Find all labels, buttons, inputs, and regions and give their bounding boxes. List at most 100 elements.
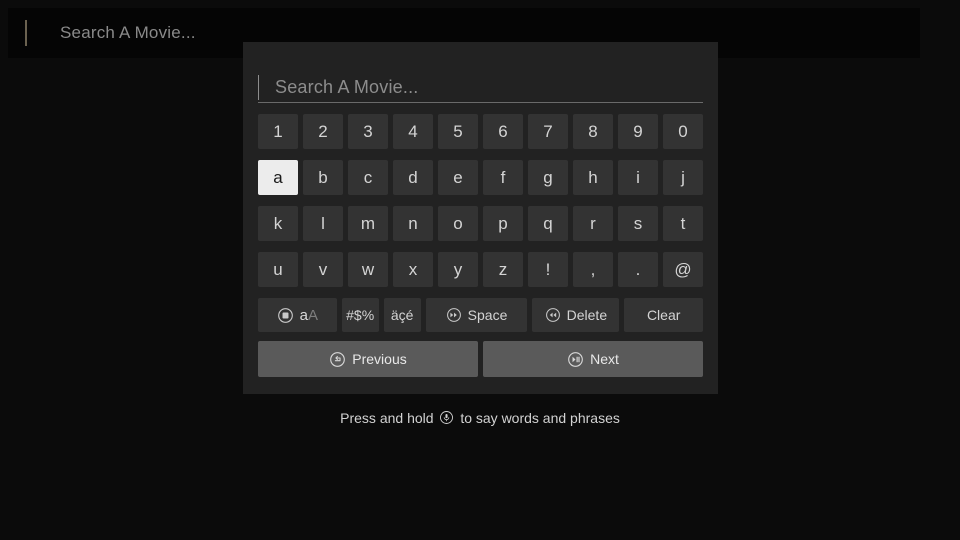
key-f[interactable]: f bbox=[483, 160, 523, 195]
key-![interactable]: ! bbox=[528, 252, 568, 287]
tv-search-screen: Search A Movie... Search A Movie... 1 2 3 4… bbox=[0, 0, 960, 540]
key-label: v bbox=[318, 259, 328, 279]
key-label: ! bbox=[545, 259, 551, 279]
key-4[interactable]: 4 bbox=[393, 114, 433, 149]
key-label: 4 bbox=[408, 121, 418, 141]
case-toggle-key[interactable]: aA bbox=[258, 298, 337, 332]
key-label: , bbox=[590, 259, 596, 279]
key-label: m bbox=[360, 213, 376, 233]
key-label: z bbox=[498, 259, 508, 279]
next-button[interactable]: Next bbox=[483, 341, 703, 377]
key-label: h bbox=[588, 167, 598, 187]
key-c[interactable]: c bbox=[348, 160, 388, 195]
previous-button[interactable]: Previous bbox=[258, 341, 478, 377]
keyboard-row-letters-2: k l m n o p q r s t bbox=[258, 206, 703, 241]
key-q[interactable]: q bbox=[528, 206, 568, 241]
delete-key[interactable]: Delete bbox=[532, 298, 620, 332]
key-label: r bbox=[590, 213, 596, 233]
text-cursor bbox=[258, 75, 259, 100]
key-l[interactable]: l bbox=[303, 206, 343, 241]
key-6[interactable]: 6 bbox=[483, 114, 523, 149]
key-label: f bbox=[500, 167, 506, 187]
circle-fast-forward-icon bbox=[446, 307, 462, 323]
key-x[interactable]: x bbox=[393, 252, 433, 287]
key-label: 3 bbox=[363, 121, 373, 141]
key-v[interactable]: v bbox=[303, 252, 343, 287]
key-label: . bbox=[635, 259, 641, 279]
key-label: 5 bbox=[453, 121, 463, 141]
key-h[interactable]: h bbox=[573, 160, 613, 195]
key-label: o bbox=[453, 213, 463, 233]
key-label: q bbox=[543, 213, 553, 233]
clear-key[interactable]: Clear bbox=[624, 298, 703, 332]
clear-key-label: Clear bbox=[646, 307, 681, 323]
key-k[interactable]: k bbox=[258, 206, 298, 241]
accents-key[interactable]: äçé bbox=[383, 298, 421, 332]
key-label: l bbox=[321, 213, 325, 233]
key-3[interactable]: 3 bbox=[348, 114, 388, 149]
symbols-key[interactable]: #$% bbox=[341, 298, 379, 332]
key-9[interactable]: 9 bbox=[618, 114, 658, 149]
circle-microphone-icon bbox=[439, 411, 458, 428]
key-s[interactable]: s bbox=[618, 206, 658, 241]
search-input-placeholder: Search A Movie... bbox=[275, 77, 419, 97]
key-label: j bbox=[681, 167, 685, 187]
key-label: 2 bbox=[318, 121, 328, 141]
key-label: g bbox=[543, 167, 553, 187]
key-label: y bbox=[453, 259, 463, 279]
key-b[interactable]: b bbox=[303, 160, 343, 195]
key-7[interactable]: 7 bbox=[528, 114, 568, 149]
key-8[interactable]: 8 bbox=[573, 114, 613, 149]
key-label: @ bbox=[674, 259, 692, 279]
key-o[interactable]: o bbox=[438, 206, 478, 241]
key-g[interactable]: g bbox=[528, 160, 568, 195]
key-n[interactable]: n bbox=[393, 206, 433, 241]
key-label: 7 bbox=[543, 121, 553, 141]
key-,[interactable]: , bbox=[573, 252, 613, 287]
key-label: u bbox=[273, 259, 283, 279]
keyboard-function-row: aA #$% äçé Space Delete Clear bbox=[258, 298, 703, 332]
key-2[interactable]: 2 bbox=[303, 114, 343, 149]
key-t[interactable]: t bbox=[663, 206, 703, 241]
key-p[interactable]: p bbox=[483, 206, 523, 241]
voice-hint-after: to say words and phrases bbox=[460, 410, 620, 426]
key-d[interactable]: d bbox=[393, 160, 433, 195]
top-search-placeholder: Search A Movie... bbox=[60, 23, 196, 42]
onscreen-keyboard-dialog: Search A Movie... 1 2 3 4 5 6 7 8 9 0 a b c d e f g h i j k l… bbox=[243, 42, 718, 394]
dialog-nav-row: Previous Next bbox=[258, 341, 703, 377]
key-label: i bbox=[636, 167, 640, 187]
key-.[interactable]: . bbox=[618, 252, 658, 287]
key-label: t bbox=[680, 213, 686, 233]
accents-key-label: äçé bbox=[390, 307, 414, 323]
key-w[interactable]: w bbox=[348, 252, 388, 287]
circle-play-pause-icon bbox=[567, 351, 584, 368]
key-r[interactable]: r bbox=[573, 206, 613, 241]
keyboard-row-letters-3: u v w x y z!,. @ bbox=[258, 252, 703, 287]
previous-button-label: Previous bbox=[352, 351, 407, 367]
key-e[interactable]: e bbox=[438, 160, 478, 195]
voice-hint: Press and hold to say words and phrases bbox=[0, 410, 960, 428]
key-i[interactable]: i bbox=[618, 160, 658, 195]
key-label: 9 bbox=[633, 121, 643, 141]
key-m[interactable]: m bbox=[348, 206, 388, 241]
keyboard-row-digits: 1 2 3 4 5 6 7 8 9 0 bbox=[258, 114, 703, 149]
key-0[interactable]: 0 bbox=[663, 114, 703, 149]
key-label: w bbox=[361, 259, 375, 279]
key-a[interactable]: a bbox=[258, 160, 298, 195]
key-label: e bbox=[453, 167, 463, 187]
key-label: p bbox=[498, 213, 508, 233]
key-label: 6 bbox=[498, 121, 508, 141]
key-5[interactable]: 5 bbox=[438, 114, 478, 149]
space-key[interactable]: Space bbox=[425, 298, 528, 332]
key-label: 0 bbox=[678, 121, 688, 141]
key-1[interactable]: 1 bbox=[258, 114, 298, 149]
search-input[interactable]: Search A Movie... bbox=[258, 73, 703, 103]
key-j[interactable]: j bbox=[663, 160, 703, 195]
case-toggle-lower: a bbox=[299, 306, 308, 324]
key-u[interactable]: u bbox=[258, 252, 298, 287]
keyboard-grid: 1 2 3 4 5 6 7 8 9 0 a b c d e f g h i j k l m n o p q r s t u v w x y z!,. @ bbox=[258, 114, 703, 287]
key-y[interactable]: y bbox=[438, 252, 478, 287]
key-label: c bbox=[363, 167, 373, 187]
key-@[interactable]: @ bbox=[663, 252, 703, 287]
key-z[interactable]: z bbox=[483, 252, 523, 287]
